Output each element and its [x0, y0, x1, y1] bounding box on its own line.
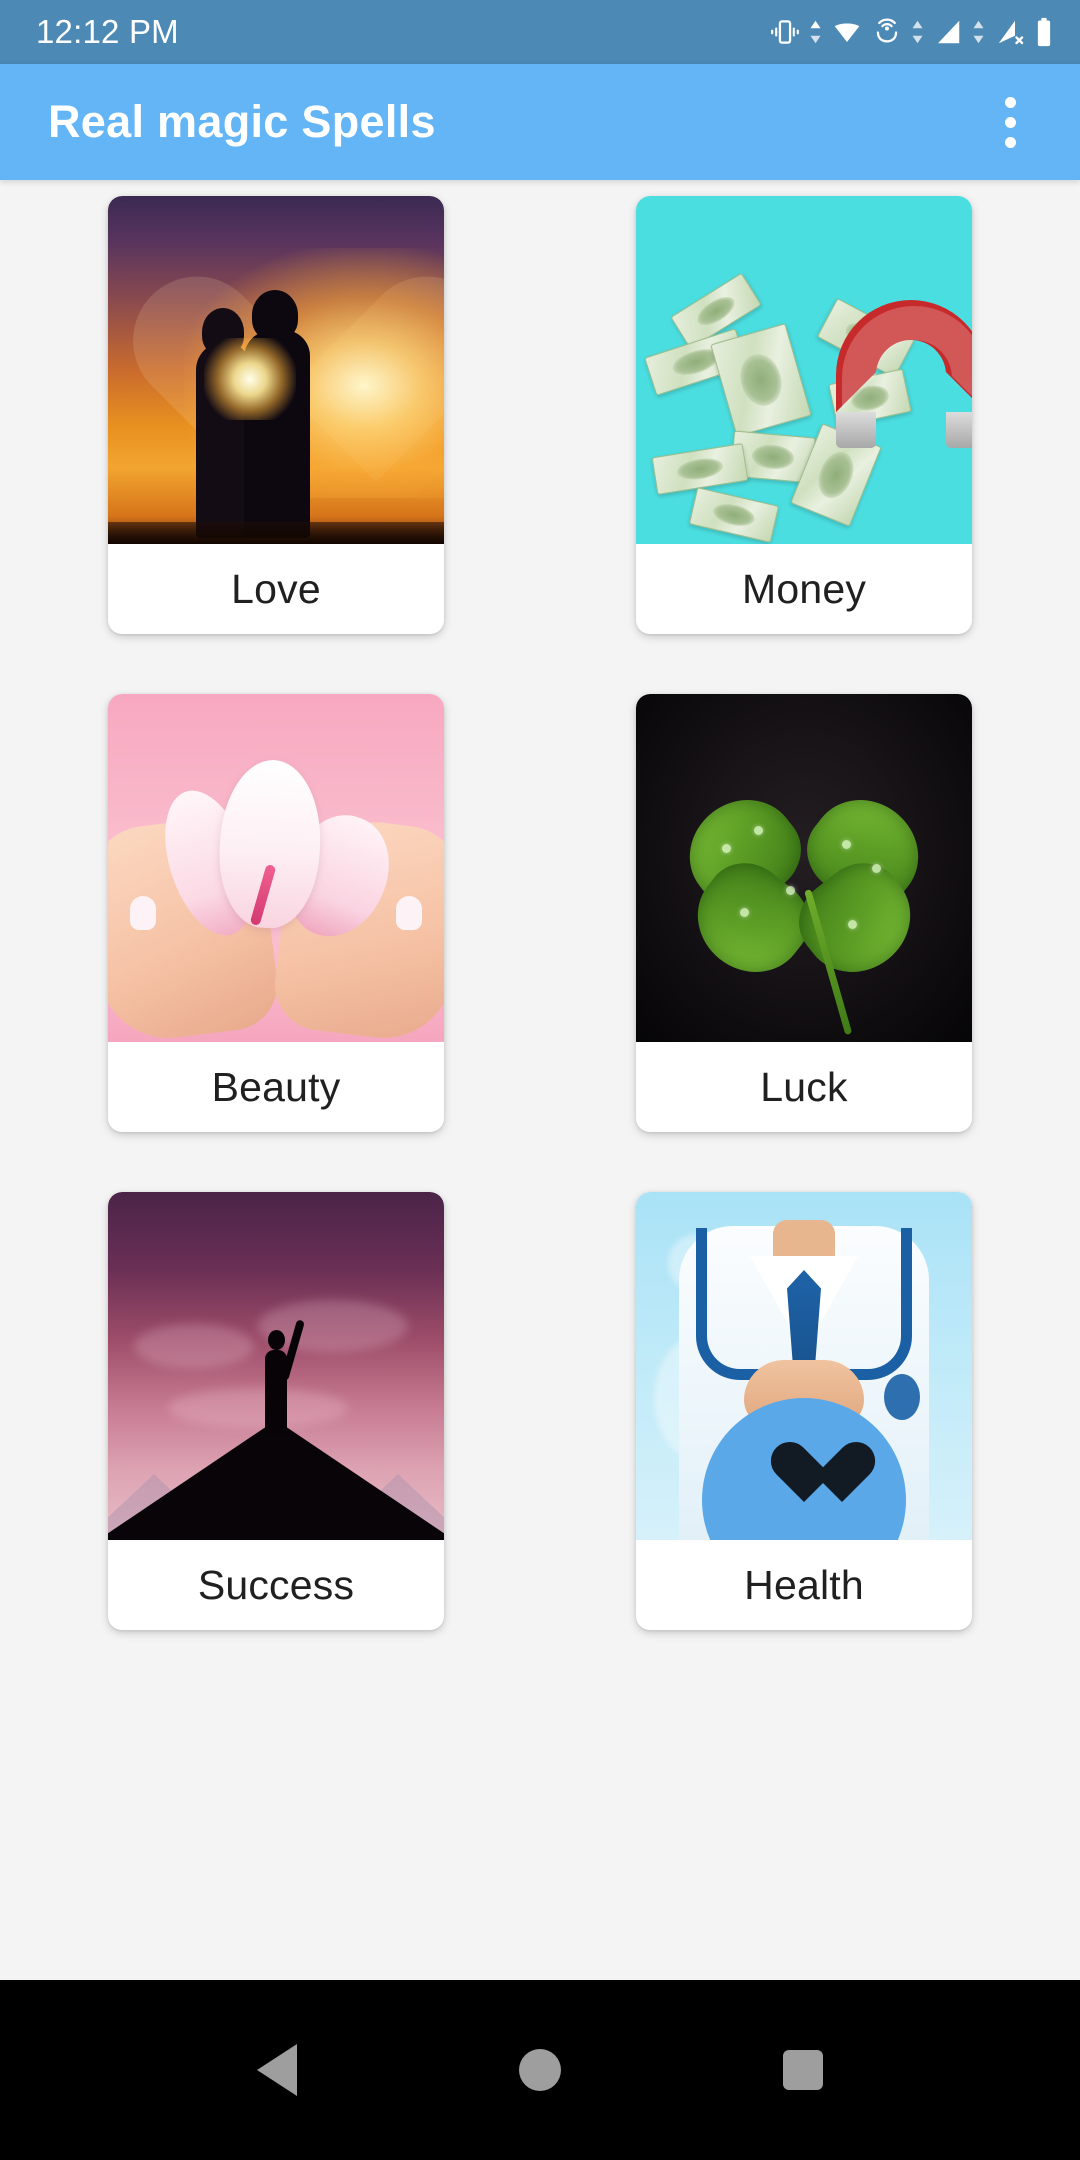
horseshoe-magnet-icon	[836, 300, 972, 448]
dew-drop	[786, 886, 795, 895]
grid-cell: Beauty	[12, 694, 540, 1132]
stethoscope-chestpiece	[884, 1374, 920, 1420]
fingernail-right	[396, 896, 422, 930]
overflow-dot-1	[1004, 96, 1016, 108]
mountain-peak	[108, 1420, 444, 1540]
status-bar: 12:12 PM	[0, 0, 1080, 64]
dew-drop	[722, 844, 731, 853]
dew-drop	[872, 864, 881, 873]
overflow-dot-3	[1004, 136, 1016, 148]
grid-cell: Love	[12, 196, 540, 634]
nav-recents-button[interactable]	[783, 2050, 823, 2090]
stethoscope-right-tube	[848, 1228, 912, 1380]
health-card-image	[636, 1192, 972, 1540]
card-label-container: Love	[108, 544, 444, 634]
nav-home-button[interactable]	[519, 2049, 561, 2091]
overflow-menu-icon[interactable]	[974, 86, 1046, 158]
data-transfer-icon-2	[912, 20, 923, 44]
data-transfer-icon	[810, 20, 821, 44]
spell-card-money[interactable]: Money	[636, 196, 972, 634]
card-label-container: Beauty	[108, 1042, 444, 1132]
dew-drop	[754, 826, 763, 835]
luck-card-image	[636, 694, 972, 1042]
horizon-ground	[108, 522, 444, 544]
card-label-text: Success	[197, 1561, 355, 1608]
success-card-image	[108, 1192, 444, 1540]
card-label-text: Health	[744, 1561, 864, 1608]
heart-icon	[767, 1444, 841, 1512]
card-label-container: Luck	[636, 1042, 972, 1132]
spell-card-luck[interactable]: Luck	[636, 694, 972, 1132]
spell-category-grid[interactable]: Love Money Beauty Luck Success Health	[0, 180, 1080, 1980]
card-label-text: Money	[741, 565, 867, 612]
status-bar-icons	[769, 16, 1054, 48]
spell-card-love[interactable]: Love	[108, 196, 444, 634]
card-label-container: Success	[108, 1540, 444, 1630]
dollar-bill	[688, 487, 780, 543]
stethoscope-left-tube	[696, 1228, 760, 1380]
app-screen: 12:12 PM Real magic Spells Love Money Be…	[0, 0, 1080, 2160]
beauty-card-image	[108, 694, 444, 1042]
dew-drop	[842, 840, 851, 849]
magnet-arc	[836, 300, 972, 412]
grid-cell: Money	[540, 196, 1068, 634]
spell-card-beauty[interactable]: Beauty	[108, 694, 444, 1132]
dollar-bill	[710, 323, 812, 437]
battery-icon	[1037, 17, 1051, 47]
signal-off-icon	[998, 20, 1024, 45]
grid-cell: Health	[540, 1192, 1068, 1630]
wifi-icon	[834, 23, 860, 42]
grid-cell: Success	[12, 1192, 540, 1630]
signal-bars-icon	[938, 20, 960, 44]
vibrate-icon	[771, 20, 799, 44]
nav-back-button[interactable]	[257, 2044, 297, 2096]
status-bar-clock: 12:12 PM	[36, 13, 179, 50]
money-card-image	[636, 196, 972, 544]
love-card-image	[108, 196, 444, 544]
magnet-tip-left	[836, 412, 876, 448]
grid-cell: Luck	[540, 694, 1068, 1132]
card-label-text: Luck	[760, 1063, 848, 1110]
hotspot-icon	[876, 18, 898, 43]
card-label-text: Beauty	[211, 1063, 341, 1110]
card-label-text: Love	[231, 565, 321, 612]
overflow-dot-2	[1004, 116, 1016, 128]
fingernail-left	[130, 896, 156, 930]
spell-card-success[interactable]: Success	[108, 1192, 444, 1630]
page-title: Real magic Spells	[48, 96, 436, 147]
card-label-container: Money	[636, 544, 972, 634]
app-bar: Real magic Spells	[0, 64, 1080, 180]
data-transfer-icon-3	[973, 20, 984, 44]
cloud	[134, 1324, 254, 1368]
card-label-container: Health	[636, 1540, 972, 1630]
light-flare	[204, 338, 296, 420]
magnet-tip-right	[946, 412, 972, 448]
spell-card-health[interactable]: Health	[636, 1192, 972, 1630]
android-navigation-bar	[0, 1980, 1080, 2160]
dew-drop	[740, 908, 749, 917]
dew-drop	[848, 920, 857, 929]
